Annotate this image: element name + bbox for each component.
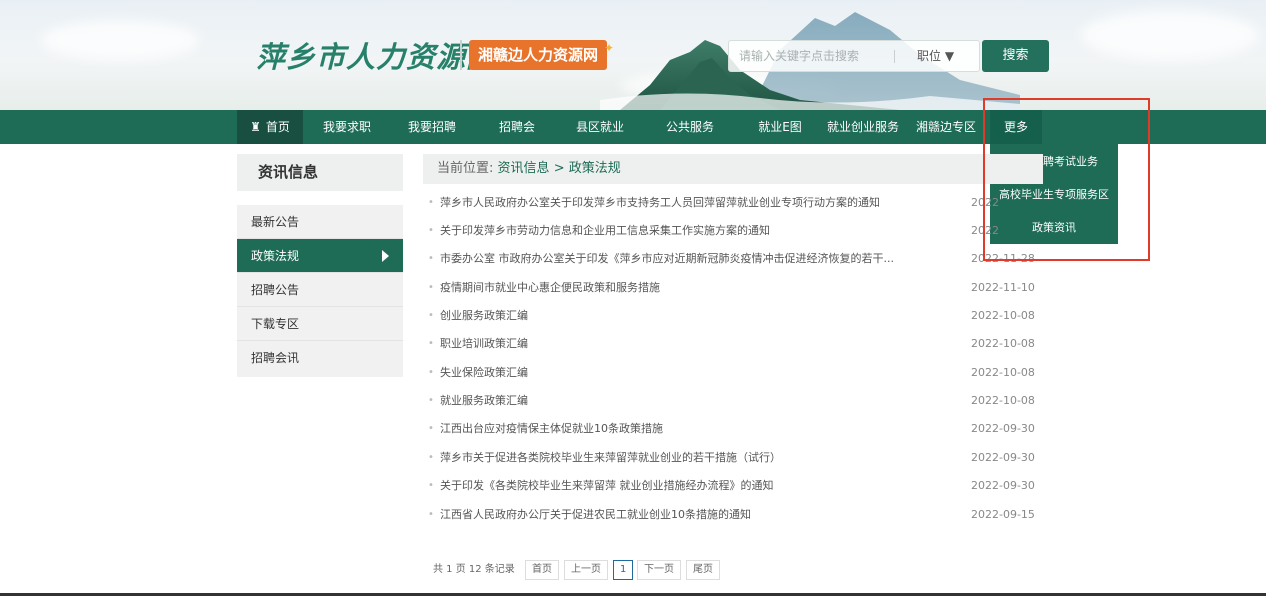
bullet-icon: •: [428, 197, 434, 208]
sidebar-item-downloads[interactable]: 下载专区: [237, 307, 403, 341]
article-date: 2022-10-08: [971, 337, 1035, 350]
home-icon: ♜: [250, 120, 261, 134]
list-item: • 就业服务政策汇编 2022-10-08: [428, 391, 1038, 411]
search-type-select[interactable]: 职位 ▼: [917, 41, 954, 71]
search-divider: [894, 50, 895, 63]
list-item: • 江西出台应对疫情保主体促就业10条政策措施 2022-09-30: [428, 419, 1038, 439]
bullet-icon: •: [428, 282, 434, 293]
article-date: 2022-10-08: [971, 309, 1035, 322]
bullet-icon: •: [428, 253, 434, 264]
breadcrumb-link-policy[interactable]: 政策法规: [569, 161, 621, 176]
breadcrumb-label: 当前位置:: [437, 161, 494, 176]
article-date: 2022-09-30: [971, 451, 1035, 464]
article-title-link[interactable]: 就业服务政策汇编: [440, 391, 528, 411]
search-input[interactable]: [739, 41, 889, 71]
article-title-link[interactable]: 疫情期间市就业中心惠企便民政策和服务措施: [440, 278, 660, 298]
nav-item-public-service[interactable]: 公共服务: [659, 110, 721, 144]
article-date: 2022-09-15: [971, 508, 1035, 521]
article-title-link[interactable]: 市委办公室 市政府办公室关于印发《萍乡市应对近期新冠肺炎疫情冲击促进经济恢复的若…: [440, 249, 894, 269]
breadcrumb: 当前位置: 资讯信息 > 政策法规: [423, 154, 1043, 184]
nav-item-county-employment[interactable]: 县区就业: [569, 110, 631, 144]
bullet-icon: •: [428, 310, 434, 321]
article-date: 2022-11-28: [971, 252, 1035, 265]
nav-item-entrepreneurship[interactable]: 就业创业服务: [826, 110, 900, 144]
sidebar-item-latest-notice[interactable]: 最新公告: [237, 205, 403, 239]
list-item: • 江西省人民政府办公厅关于促进农民工就业创业10条措施的通知 2022-09-15: [428, 505, 1038, 525]
bullet-icon: •: [428, 509, 434, 520]
pagination-info: 共 1 页 12 条记录: [433, 564, 515, 575]
article-title-link[interactable]: 职业培训政策汇编: [440, 334, 528, 354]
sparkle-icon: ✦: [603, 41, 615, 55]
article-title-link[interactable]: 萍乡市关于促进各类院校毕业生来萍留萍就业创业的若干措施（试行）: [440, 448, 781, 468]
bullet-icon: •: [428, 423, 434, 434]
bullet-icon: •: [428, 480, 434, 491]
nav-item-job-fair[interactable]: 招聘会: [486, 110, 548, 144]
list-item: • 萍乡市关于促进各类院校毕业生来萍留萍就业创业的若干措施（试行） 2022-09-…: [428, 448, 1038, 468]
nav-item-border-zone[interactable]: 湘赣边专区: [914, 110, 978, 144]
arrow-right-icon: [382, 250, 389, 262]
sidebar-item-recruit-notice[interactable]: 招聘公告: [237, 273, 403, 307]
page: 萍乡市人力资源网 湘赣边人力资源网 ✦ 职位 ▼ 搜索 ♜ 首页 我要求职 我要招…: [0, 0, 1266, 596]
list-item: • 关于印发《各类院校毕业生来萍留萍 就业创业措施经办流程》的通知 2022-09-…: [428, 476, 1038, 496]
nav-item-label: 首页: [265, 120, 290, 134]
article-title-link[interactable]: 江西出台应对疫情保主体促就业10条政策措施: [440, 419, 663, 439]
sidebar-item-label: 政策法规: [251, 249, 300, 263]
list-item: • 关于印发萍乡市劳动力信息和企业用工信息采集工作实施方案的通知 2022: [428, 221, 1038, 241]
sidebar-item-job-fair-news[interactable]: 招聘会讯: [237, 341, 403, 375]
sidebar-item-policy[interactable]: 政策法规: [237, 239, 403, 273]
article-date: 2022-11-10: [971, 281, 1035, 294]
site-header: 萍乡市人力资源网 湘赣边人力资源网 ✦ 职位 ▼ 搜索: [0, 0, 1266, 110]
prev-page-button[interactable]: 上一页: [564, 560, 608, 580]
search-box: 职位 ▼: [728, 40, 980, 72]
list-item: • 创业服务政策汇编 2022-10-08: [428, 306, 1038, 326]
article-title-link[interactable]: 创业服务政策汇编: [440, 306, 528, 326]
list-item: • 失业保险政策汇编 2022-10-08: [428, 363, 1038, 383]
bullet-icon: •: [428, 338, 434, 349]
sidebar-title: 资讯信息: [237, 154, 403, 191]
next-page-button[interactable]: 下一页: [637, 560, 681, 580]
article-title-link[interactable]: 关于印发《各类院校毕业生来萍留萍 就业创业措施经办流程》的通知: [440, 476, 774, 496]
logo-divider: [460, 40, 462, 70]
nav-item-recruiting[interactable]: 我要招聘: [401, 110, 463, 144]
breadcrumb-separator: >: [553, 161, 565, 176]
bullet-icon: •: [428, 225, 434, 236]
bullet-icon: •: [428, 395, 434, 406]
article-date: 2022: [971, 196, 999, 209]
main-nav: ♜ 首页 我要求职 我要招聘 招聘会 县区就业 公共服务 就业E图 就业创业服务 …: [0, 110, 1266, 144]
list-item: • 职业培训政策汇编 2022-10-08: [428, 334, 1038, 354]
bullet-icon: •: [428, 452, 434, 463]
list-item: • 疫情期间市就业中心惠企便民政策和服务措施 2022-11-10: [428, 278, 1038, 298]
article-date: 2022-10-08: [971, 394, 1035, 407]
sub-site-logo[interactable]: 湘赣边人力资源网 ✦: [469, 40, 614, 70]
article-date: 2022-10-08: [971, 366, 1035, 379]
sidebar-menu: 最新公告 政策法规 招聘公告 下载专区 招聘会讯: [237, 205, 403, 377]
last-page-button[interactable]: 尾页: [686, 560, 720, 580]
nav-item-employment-map[interactable]: 就业E图: [749, 110, 811, 144]
nav-item-home[interactable]: ♜ 首页: [237, 110, 303, 144]
sub-site-logo-text: 湘赣边人力资源网: [478, 46, 599, 64]
current-page-button[interactable]: 1: [613, 560, 634, 580]
article-date: 2022: [971, 224, 999, 237]
article-date: 2022-09-30: [971, 422, 1035, 435]
nav-item-more[interactable]: 更多: [990, 110, 1042, 144]
article-title-link[interactable]: 江西省人民政府办公厅关于促进农民工就业创业10条措施的通知: [440, 505, 751, 525]
first-page-button[interactable]: 首页: [525, 560, 559, 580]
search-button[interactable]: 搜索: [982, 40, 1049, 72]
nav-item-job-seeking[interactable]: 我要求职: [316, 110, 378, 144]
article-title-link[interactable]: 失业保险政策汇编: [440, 363, 528, 383]
bullet-icon: •: [428, 367, 434, 378]
article-title-link[interactable]: 关于印发萍乡市劳动力信息和企业用工信息采集工作实施方案的通知: [440, 221, 770, 241]
list-item: • 市委办公室 市政府办公室关于印发《萍乡市应对近期新冠肺炎疫情冲击促进经济恢复的…: [428, 249, 1038, 269]
list-item: • 萍乡市人民政府办公室关于印发萍乡市支持务工人员回萍留萍就业创业专项行动方案的通…: [428, 193, 1038, 213]
article-date: 2022-09-30: [971, 479, 1035, 492]
breadcrumb-link-news[interactable]: 资讯信息: [498, 161, 550, 176]
article-title-link[interactable]: 萍乡市人民政府办公室关于印发萍乡市支持务工人员回萍留萍就业创业专项行动方案的通知: [440, 193, 880, 213]
